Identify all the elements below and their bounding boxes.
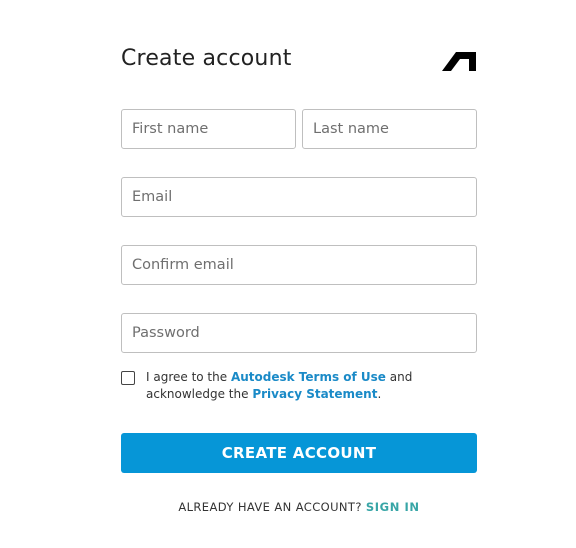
confirm-email-input[interactable]: [121, 245, 477, 285]
page-title: Create account: [121, 46, 292, 71]
agreement-text-1: I agree to the: [146, 370, 231, 384]
create-account-page: Create account I agree to the Autodesk T…: [0, 0, 576, 548]
agreement-text-3: .: [377, 387, 382, 401]
terms-of-use-link[interactable]: Autodesk Terms of Use: [231, 370, 386, 384]
signin-row: ALREADY HAVE AN ACCOUNT? SIGN IN: [121, 500, 477, 514]
password-input[interactable]: [121, 313, 477, 353]
sign-in-link[interactable]: SIGN IN: [366, 500, 420, 514]
agree-checkbox[interactable]: [121, 371, 135, 385]
first-name-input[interactable]: [121, 109, 296, 149]
last-name-input[interactable]: [302, 109, 477, 149]
privacy-statement-link[interactable]: Privacy Statement: [252, 387, 377, 401]
email-input[interactable]: [121, 177, 477, 217]
agreement-text: I agree to the Autodesk Terms of Use and…: [146, 369, 476, 403]
create-account-button[interactable]: CREATE ACCOUNT: [121, 433, 477, 473]
signin-prompt: ALREADY HAVE AN ACCOUNT?: [178, 500, 362, 514]
autodesk-logo-icon: [442, 52, 476, 71]
